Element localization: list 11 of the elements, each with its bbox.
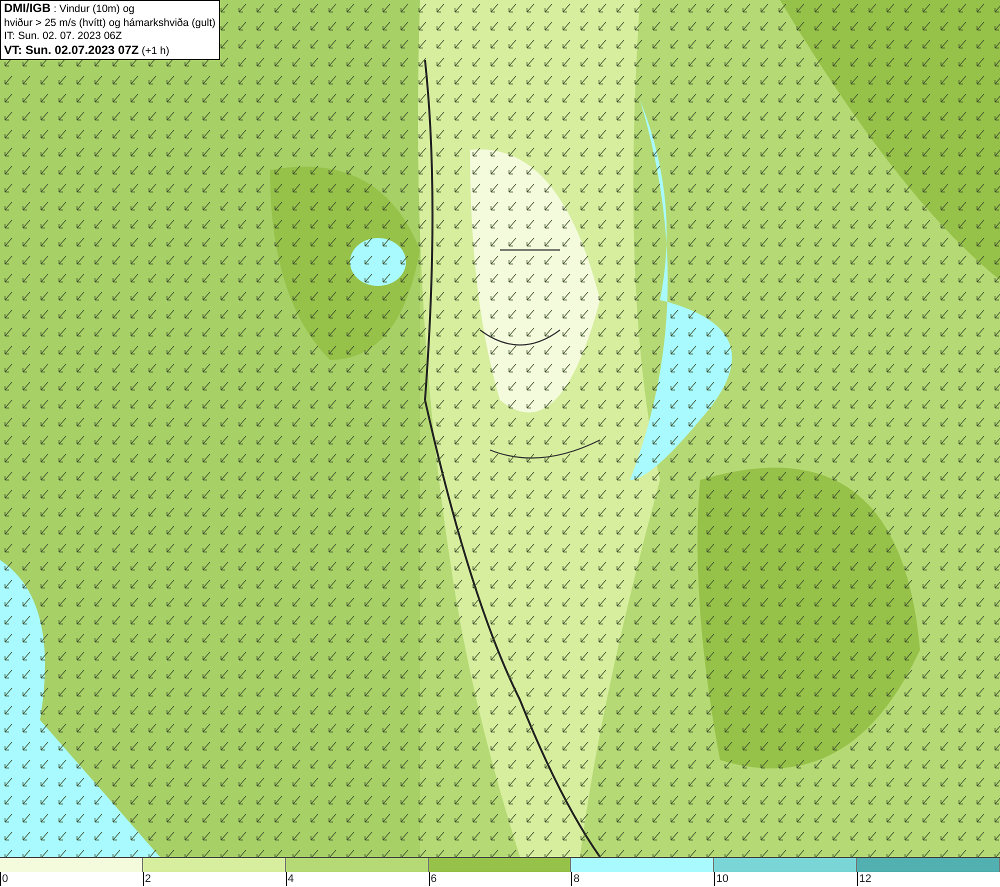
title-line: VT: Sun. 02.07.2023 07Z (+1 h) xyxy=(4,44,170,58)
legend-tick-label: 2 xyxy=(144,873,151,885)
title-line: IT: Sun. 02. 07. 2023 06Z xyxy=(4,30,123,44)
legend-tick-label: 8 xyxy=(573,873,580,885)
legend-tick-label: 12 xyxy=(859,873,872,885)
title-line: DMI/IGB : Vindur (10m) og xyxy=(4,2,136,16)
legend-tick-label: 4 xyxy=(288,873,294,885)
legend-tick-label: 0 xyxy=(2,873,8,885)
legend-tick-label: 10 xyxy=(716,873,729,885)
legend-tick-label: 6 xyxy=(430,873,437,885)
title-line: hviður > 25 m/s (hvítt) og hámarkshviða (gult) xyxy=(4,16,216,30)
